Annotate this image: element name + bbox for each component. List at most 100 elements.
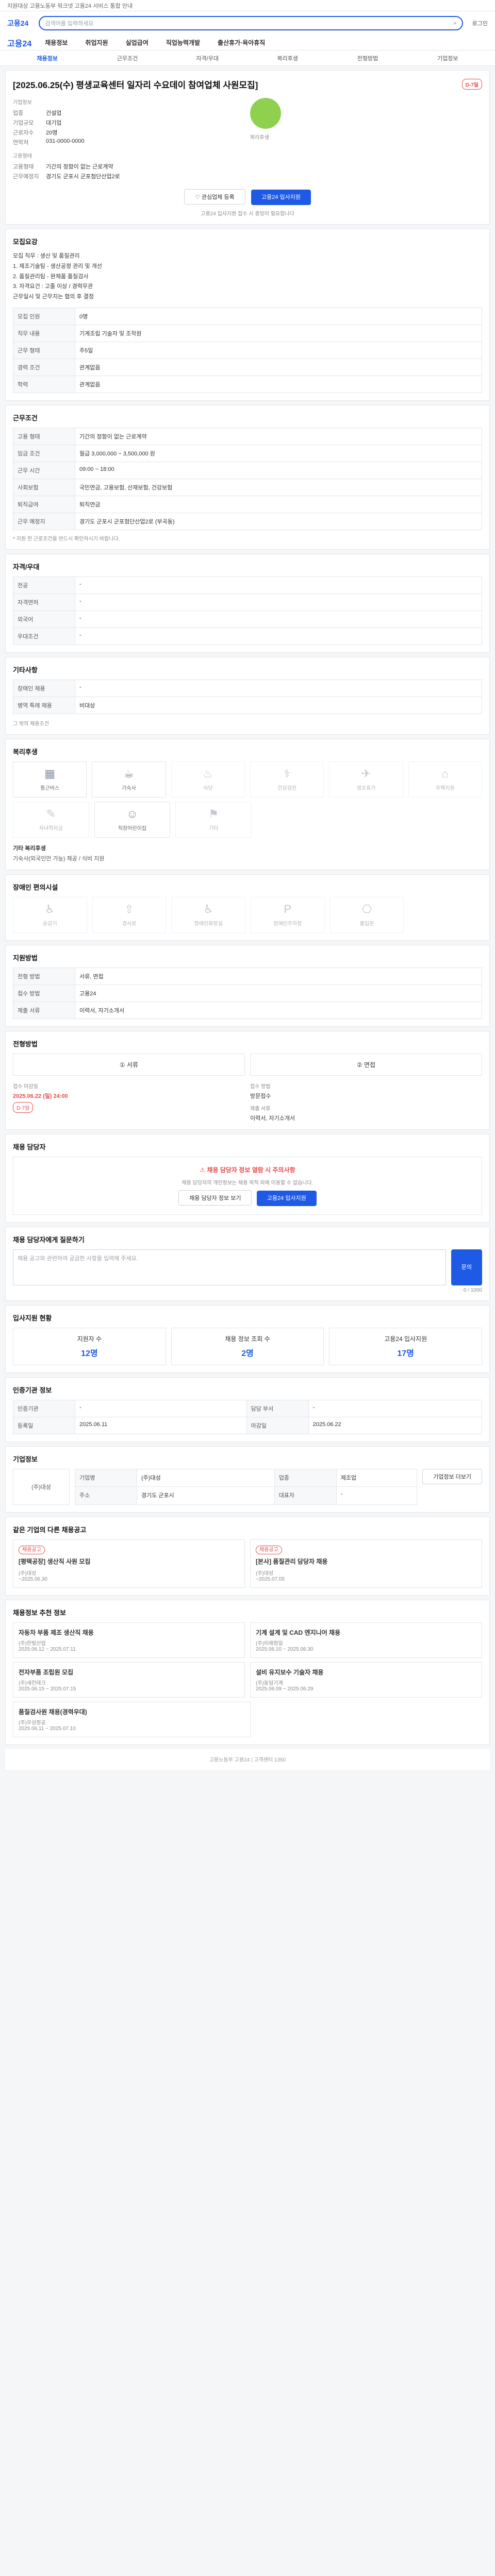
table-row: 인증기관 - 담당 부서 - — [13, 1399, 483, 1417]
footer-text: 고용노동부 고용24 | 고객센터 1350 — [209, 1757, 286, 1764]
step-icon: ② — [356, 1061, 364, 1069]
info-row: 기업규모 대기업 — [13, 120, 62, 126]
site-logo[interactable]: 고용24 — [7, 18, 28, 28]
table-row: 근무 시간 09:00 ~ 18:00 — [13, 461, 482, 479]
apply-button[interactable]: 고용24 입사지원 — [251, 190, 311, 205]
content-line: 2. 품질관리팀 - 완제품 품질검사 — [13, 273, 89, 280]
tab-qualify[interactable]: 자격/우대 — [168, 54, 248, 62]
section-title: 전형방법 — [13, 1040, 38, 1048]
house-icon: ⌂ — [441, 767, 449, 781]
table-row: 학력 관계없음 — [13, 375, 482, 393]
stat-item: 지원자 수 12명 — [13, 1327, 166, 1365]
table-row: 직무 내용 기계조립 기술자 및 조작원 — [13, 324, 482, 342]
apply-note: 고용24 입사지원 접수 시 증빙이 필요합니다 — [201, 211, 294, 217]
welfare-memo: 기숙사(외국인만 가능) 제공 / 식비 지원 — [13, 855, 105, 862]
recommend-card[interactable]: 품질검사원 채용(경력우대) (주)우성정공 2025.06.11 ~ 2025.0… — [13, 1701, 251, 1737]
stat-item: 채용 정보 조회 수 2명 — [171, 1327, 324, 1365]
section-title: 기업정보 — [13, 1455, 38, 1463]
card-company: (주)대성 — [19, 1570, 37, 1577]
topbar-notice: 지원대상 고용노동부 워크넷 고용24 서비스 통합 안내 — [7, 3, 133, 9]
main-nav: 고용24 채용정보 취업지원 실업급여 직업능력개발 출산휴가·육아휴직 — [0, 35, 495, 50]
stats-section: 입사지원 현황 지원자 수 12명 채용 정보 조회 수 2명 고용24 입사지원 1… — [5, 1304, 490, 1373]
tab-process[interactable]: 전형방법 — [327, 54, 407, 62]
door-icon: ⎔ — [361, 903, 372, 916]
recruit-section: 모집요강 모집 직무 : 생산 및 품질관리 1. 제조기술팀 - 생산공정 관… — [5, 229, 490, 401]
deadline: 2025.06.22 (일) 24:00 — [13, 1093, 68, 1099]
search-icon[interactable]: ⌕ — [453, 20, 456, 27]
info-row: 업종 건설업 — [13, 110, 62, 116]
section-title: 자격/우대 — [13, 563, 40, 571]
process-step: ② 면접 — [250, 1053, 482, 1076]
recommend-card[interactable]: 기계 설계 및 CAD 엔지니어 채용 (주)미래정밀 2025.06.10 ~ 2… — [250, 1622, 482, 1658]
recommend-card[interactable]: 설비 유지보수 기술자 채용 (주)동일기계 2025.06.09 ~ 2025.0… — [250, 1662, 482, 1698]
table-row: 고용 형태 기간의 정함이 없는 근로계약 — [13, 427, 482, 445]
similar-card[interactable]: 채용공고 [평택공장] 생산직 사원 모집 (주)대성 ~2025.06.30 — [13, 1539, 245, 1588]
process-section: 전형방법 ① 서류 ② 면접 접수 마감일 2025.06.22 (일) 24:… — [5, 1030, 490, 1130]
search-placeholder: 검색어를 입력하세요 — [45, 21, 94, 27]
other-table: 장애인 채용 - 병역 특례 채용 비대상 — [13, 679, 482, 714]
inquiry-section: 채용 담당자에게 질문하기 채용 공고와 관련하여 궁금한 사항을 입력해 주세… — [5, 1226, 490, 1301]
submit-label: 제출 서류 — [250, 1106, 271, 1112]
table-row: 근무 형태 주5일 — [13, 341, 482, 359]
recommend-section: 채용정보 추천 정보 자동차 부품 제조 생산직 채용 (주)한빛산업 2025.0… — [5, 1599, 490, 1745]
content-line: 모집 직무 : 생산 및 품질관리 — [13, 253, 80, 259]
company-label: 기업정보 — [13, 100, 32, 106]
table-row: 우대조건 - — [13, 627, 482, 645]
nav-item-training[interactable]: 직업능력개발 — [166, 38, 200, 47]
flag-icon: ⚑ — [208, 807, 219, 821]
facility-item: ⎔ 출입문 — [329, 896, 404, 933]
facility-item: ♿ 장애인화장실 — [171, 896, 246, 933]
nav-item-support[interactable]: 취업지원 — [85, 38, 108, 47]
scrap-button[interactable]: ♡ 관심업체 등록 — [184, 189, 245, 205]
nav-logo[interactable]: 고용24 — [7, 37, 31, 49]
recommend-card[interactable]: 전자부품 조립원 모집 (주)세진테크 2025.06.15 ~ 2025.07.1… — [13, 1662, 245, 1698]
welfare-item: ⚑ 기타 — [175, 801, 252, 838]
company-more-button[interactable]: 기업정보 더보기 — [422, 1468, 482, 1484]
table-row: 퇴직급여 퇴직연금 — [13, 495, 482, 513]
nav-item-jobs[interactable]: 채용정보 — [45, 38, 68, 47]
card-date: ~2025.07.05 — [256, 1576, 285, 1582]
welfare-label: 복리후생 — [250, 135, 269, 141]
table-row: 외국어 - — [13, 610, 482, 628]
nav-item-leave[interactable]: 출산휴가·육아휴직 — [218, 38, 265, 47]
company-section: 기업정보 (주)대성 기업명 (주)대성 업종 제조업 주소 경기도 군포시 대표자 - 기… — [5, 1446, 490, 1513]
login-link[interactable]: 로그인 — [472, 19, 488, 27]
card-company: (주)대성 — [256, 1570, 274, 1577]
tab-recruit[interactable]: 채용정보 — [7, 54, 87, 62]
tab-company[interactable]: 기업정보 — [408, 54, 488, 62]
nav-item-benefit[interactable]: 실업급여 — [126, 38, 148, 47]
contact-apply-button[interactable]: 고용24 입사지원 — [256, 1190, 317, 1206]
tab-welfare[interactable]: 복리후생 — [248, 54, 327, 62]
inquiry-textarea[interactable]: 채용 공고와 관련하여 궁금한 사항을 입력해 주세요. — [13, 1249, 446, 1285]
section-title: 복리후생 — [13, 748, 38, 756]
table-row: 접수 방법 고용24 — [13, 984, 482, 1002]
section-title: 채용정보 추천 정보 — [13, 1608, 66, 1617]
recruit-content: 모집 직무 : 생산 및 품질관리 1. 제조기술팀 - 생산공정 관리 및 개… — [13, 251, 482, 302]
welfare-section: 복리후생 ▦ 통근버스 ☕ 기숙사 ♨ 식당 ⚕ 건강검진 ✈ 경조휴가 ⌂ 주택지원 ✎ 자… — [5, 738, 490, 870]
tab-workcond[interactable]: 근무조건 — [87, 54, 167, 62]
contact-section: 채용 담당자 ⚠ 채용 담당자 정보 열람 시 주의사항 채용 담당자의 개인정… — [5, 1133, 490, 1223]
welfare-memo-title: 기타 복리후생 — [13, 845, 46, 852]
section-title: 기타사항 — [13, 666, 38, 674]
section-title: 모집요강 — [13, 238, 38, 246]
section-title: 채용 담당자 — [13, 1143, 46, 1151]
inquiry-submit-button[interactable]: 문의 — [451, 1249, 482, 1285]
table-row: 근무 예정지 경기도 군포시 군포첨단산업2로 (부곡동) — [13, 512, 482, 530]
recommend-card[interactable]: 자동차 부품 제조 생산직 채용 (주)한빛산업 2025.06.12 ~ 2025… — [13, 1622, 245, 1658]
section-title: 장애인 편의시설 — [13, 883, 58, 891]
childcare-icon: ☺ — [126, 807, 138, 821]
search-input[interactable]: 검색어를 입력하세요 ⌕ — [39, 16, 463, 30]
restroom-icon: ♿ — [203, 903, 214, 916]
welfare-item: ✎ 자녀학자금 — [13, 801, 89, 838]
manager-table: 인증기관 - 담당 부서 - 등록일 2025.06.11 마감일 2025.06.22 — [13, 1399, 483, 1434]
company-logo-box: (주)대성 — [13, 1468, 70, 1505]
view-contact-button[interactable]: 채용 담당자 정보 보기 — [178, 1190, 252, 1206]
info-row: 연락처 031-0000-0000 — [13, 138, 85, 146]
qualify-section: 자격/우대 전공 - 자격면허 - 외국어 - 우대조건 - — [5, 553, 490, 653]
process-step: ① 서류 — [13, 1053, 245, 1076]
welfare-item: ♨ 식당 — [171, 761, 245, 798]
table-row: 장애인 채용 - — [13, 679, 482, 697]
contact-desc: 채용 담당자의 개인정보는 채용 목적 외에 이용할 수 없습니다. — [182, 1180, 314, 1186]
similar-card[interactable]: 채용공고 [본사] 품질관리 담당자 채용 (주)대성 ~2025.07.05 — [250, 1539, 482, 1588]
dday-badge: D-7일 — [13, 1101, 34, 1113]
